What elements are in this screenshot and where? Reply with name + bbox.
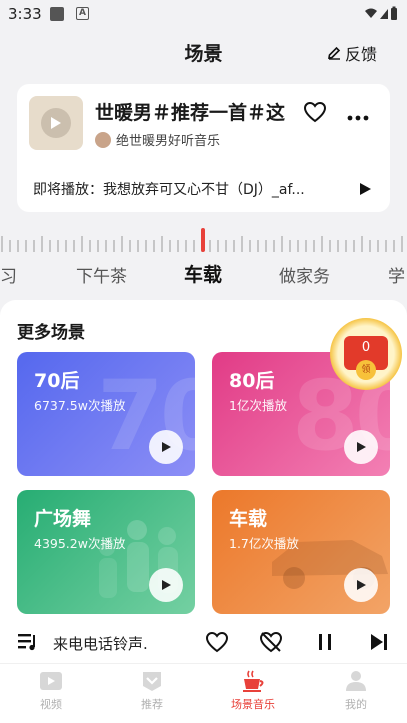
ruler-ticks: [1, 228, 403, 252]
heart-off-icon: [259, 631, 283, 653]
play-icon: [162, 442, 171, 452]
tab-car[interactable]: 车载: [184, 260, 222, 287]
scene-plays: 4395.2w次播放: [34, 536, 126, 551]
mini-like-button[interactable]: [205, 631, 229, 657]
next-button[interactable]: [369, 631, 389, 657]
playlist-button[interactable]: [17, 632, 39, 656]
artist-row[interactable]: 绝世暖男好听音乐: [95, 130, 220, 149]
feedback-label: 反馈: [344, 45, 377, 64]
user-icon: [343, 668, 369, 694]
artist-name: 绝世暖男好听音乐: [116, 134, 221, 149]
pencil-icon: [328, 46, 341, 60]
tab-afternoon-tea[interactable]: 下午茶: [76, 262, 127, 287]
red-packet-button[interactable]: 0 领: [330, 318, 402, 390]
scene-card-70s[interactable]: 70 70后 6737.5w次播放: [17, 352, 195, 476]
nav-label: 推荐: [141, 698, 163, 711]
pause-button[interactable]: [316, 631, 334, 657]
scene-play-button[interactable]: [344, 568, 378, 602]
scene-play-button[interactable]: [344, 430, 378, 464]
notification-icon: [50, 7, 64, 21]
red-packet-count: 0: [361, 340, 371, 355]
nav-label: 场景音乐: [231, 698, 275, 711]
scene-name: 车载: [229, 508, 268, 530]
coin-icon: 领: [356, 360, 376, 380]
scene-ruler[interactable]: [0, 228, 407, 258]
scene-card-square-dance[interactable]: 广场舞 4395.2w次播放: [17, 490, 195, 614]
mini-player[interactable]: 来电电话铃声.: [0, 623, 407, 663]
scene-card-car[interactable]: 车载 1.7亿次播放: [212, 490, 390, 614]
nav-mine[interactable]: 我的: [326, 668, 386, 712]
video-icon: [38, 668, 64, 694]
scene-play-button[interactable]: [149, 430, 183, 464]
more-scenes-heading: 更多场景: [17, 323, 85, 343]
avatar: [95, 131, 111, 148]
keyboard-icon: A: [76, 7, 89, 20]
nav-recommend[interactable]: 推荐: [122, 668, 182, 712]
scene-name: 80后: [229, 370, 275, 392]
feedback-button[interactable]: 反馈: [327, 41, 377, 65]
nav-label: 视频: [40, 698, 62, 711]
nav-video[interactable]: 视频: [21, 668, 81, 712]
ruler-marker: [201, 228, 205, 252]
tab-housework[interactable]: 做家务: [279, 262, 330, 287]
nav-scene-music[interactable]: 场景音乐: [223, 668, 283, 712]
system-icons: [363, 5, 399, 27]
scene-plays: 1.7亿次播放: [229, 536, 299, 551]
tab-study-right[interactable]: 学: [388, 262, 405, 287]
page-header: 场景 反馈: [0, 28, 407, 74]
like-button[interactable]: [303, 101, 327, 127]
now-playing-card[interactable]: 世暖男＃推荐一首＃这 绝世暖男好听音乐 即将播放：我想放弃可又心不甘（DJ）_a…: [17, 84, 390, 212]
up-next-play-button[interactable]: [358, 181, 372, 200]
play-icon: [41, 108, 71, 138]
recommend-icon: [139, 668, 165, 694]
mini-player-title: 来电电话铃声.: [53, 635, 148, 653]
heart-icon: [205, 631, 229, 653]
play-icon: [357, 580, 366, 590]
nav-label: 我的: [345, 698, 367, 711]
tab-study-left[interactable]: 习: [0, 262, 17, 287]
coffee-cup-icon: [240, 668, 266, 694]
skip-next-icon: [371, 634, 387, 650]
album-cover[interactable]: [29, 96, 83, 150]
song-title: 世暖男＃推荐一首＃这: [95, 102, 286, 124]
play-icon: [162, 580, 171, 590]
playlist-icon: [18, 634, 35, 651]
scene-plays: 1亿次播放: [229, 398, 287, 413]
scene-plays: 6737.5w次播放: [34, 398, 126, 413]
heart-icon: [303, 101, 327, 123]
scene-name: 广场舞: [34, 508, 92, 530]
more-dots-icon: [347, 115, 369, 121]
up-next-text[interactable]: 即将播放：我想放弃可又心不甘（DJ）_af...: [33, 179, 343, 199]
scene-play-button[interactable]: [149, 568, 183, 602]
status-time: 3:33: [8, 5, 42, 23]
more-button[interactable]: [347, 106, 369, 125]
scene-name: 70后: [34, 370, 80, 392]
play-icon: [360, 183, 371, 195]
scene-tabs[interactable]: 习 下午茶 车载 做家务 学: [0, 260, 407, 290]
status-bar: 3:33 A: [0, 0, 407, 28]
pause-icon: [319, 634, 331, 650]
play-icon: [357, 442, 366, 452]
dislike-button[interactable]: [259, 631, 283, 657]
bottom-nav: 视频 推荐 场景音乐 我的: [0, 663, 407, 723]
wifi-signal-battery-icon: [365, 6, 397, 20]
